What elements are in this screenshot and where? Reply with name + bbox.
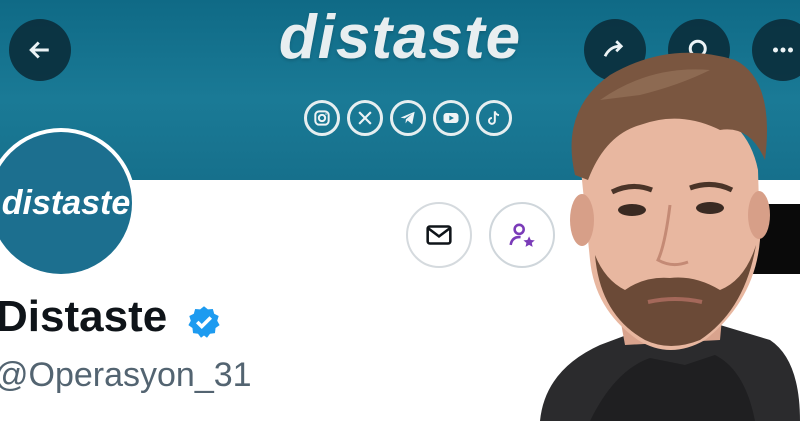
avatar-image: distaste bbox=[0, 132, 132, 274]
mail-icon bbox=[426, 225, 452, 245]
tiktok-icon[interactable] bbox=[476, 100, 512, 136]
person-photo bbox=[540, 52, 800, 421]
arrow-left-icon bbox=[29, 41, 49, 59]
message-button[interactable] bbox=[406, 202, 472, 268]
profile-handle: @Operasyon_31 bbox=[0, 356, 252, 394]
x-icon[interactable] bbox=[347, 100, 383, 136]
display-name: Distaste bbox=[0, 292, 168, 341]
avatar-text: distaste bbox=[1, 183, 131, 222]
telegram-icon[interactable] bbox=[390, 100, 426, 136]
verified-badge-icon bbox=[188, 306, 220, 338]
social-links bbox=[304, 100, 512, 136]
back-button[interactable] bbox=[9, 19, 71, 81]
youtube-icon[interactable] bbox=[433, 100, 469, 136]
instagram-icon[interactable] bbox=[304, 100, 340, 136]
